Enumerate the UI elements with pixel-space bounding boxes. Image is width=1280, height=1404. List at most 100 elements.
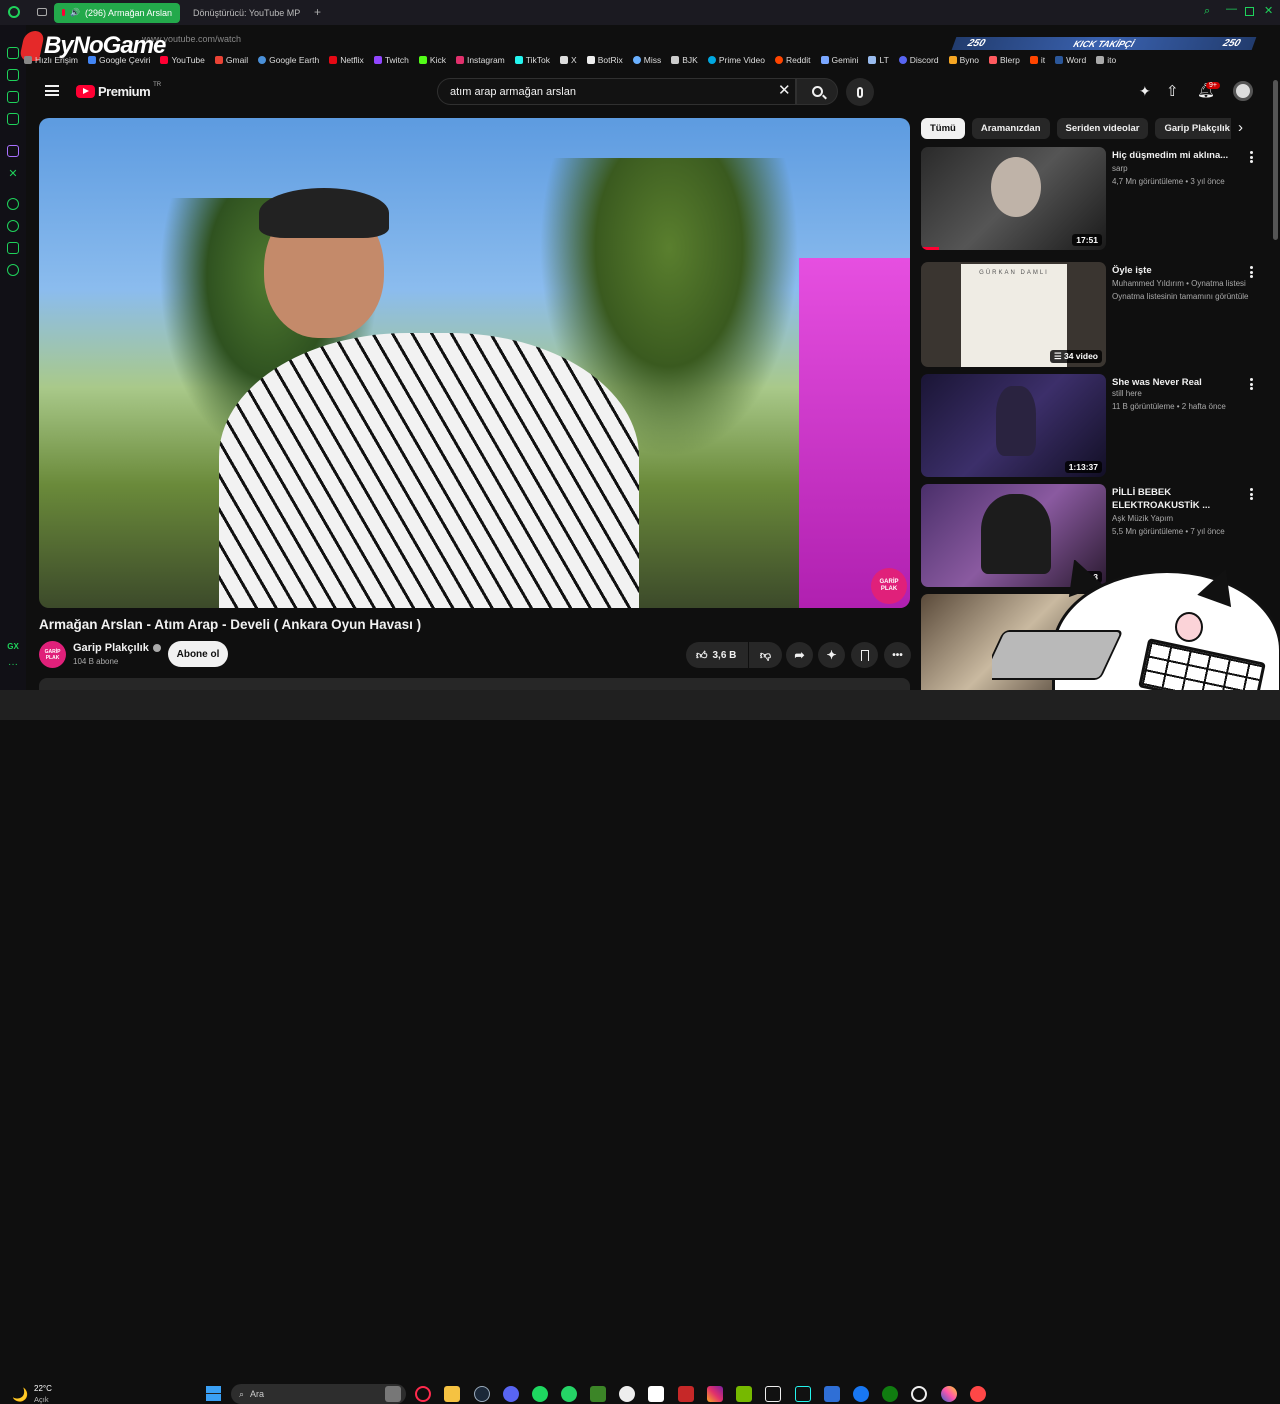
bookmark-item[interactable]: Instagram [455,55,505,65]
workspaces-icon[interactable] [37,8,47,16]
create-icon[interactable]: ✦ [1139,83,1151,100]
sidebar-extensions-icon[interactable] [7,242,19,254]
page-scrollbar[interactable] [1273,80,1278,240]
bookmark-item[interactable]: Google Çeviri [87,55,150,65]
tab-converter[interactable]: Dönüştürücü: YouTube MP [180,3,302,23]
ea-icon[interactable] [970,1386,986,1402]
channel-name[interactable]: Garip Plakçılık [73,642,161,654]
sidebar-gx-corner-icon[interactable] [7,91,19,103]
sidebar-player-icon[interactable] [7,198,19,210]
voice-search-button[interactable] [846,78,874,106]
steam-icon[interactable] [474,1386,490,1402]
spotify-icon[interactable] [532,1386,548,1402]
sidebar-twitch-icon[interactable] [7,145,19,157]
windows-start-icon[interactable] [206,1386,221,1401]
sidebar-x-icon[interactable]: ✕ [8,167,17,180]
bookmark-item[interactable]: Twitch [373,55,409,65]
hamburger-menu-icon[interactable] [45,85,59,96]
chatgpt-icon[interactable] [911,1386,927,1402]
chip-from-search[interactable]: Aramanızdan [971,118,1050,139]
sidebar-settings-icon[interactable] [7,264,19,276]
search-button[interactable] [796,78,838,105]
dislike-button[interactable]: 👎︎ [749,642,782,668]
app-f-icon[interactable] [853,1386,869,1402]
github-icon[interactable] [619,1386,635,1402]
app-red-icon[interactable] [678,1386,694,1402]
xbox-icon[interactable] [882,1386,898,1402]
avatar[interactable] [1233,81,1253,101]
more-vertical-icon[interactable] [1249,488,1253,500]
bookmark-item[interactable]: Reddit [774,55,811,65]
bookmark-item[interactable]: Gmail [214,55,248,65]
opera-gx-icon[interactable] [415,1386,431,1402]
bookmark-item[interactable]: TikTok [514,55,550,65]
ask-button[interactable]: ✦ [818,642,845,668]
sidebar-more-icon[interactable]: ··· [8,659,18,670]
chevron-right-icon[interactable]: › [1238,119,1243,136]
youtube-logo[interactable]: Premium TR [76,82,161,100]
sidebar-clock-icon[interactable] [7,220,19,232]
bookmark-item[interactable]: Kick [418,55,446,65]
upload-icon[interactable]: ⇧ [1166,82,1179,100]
task-view-icon[interactable] [385,1386,401,1402]
like-button[interactable]: 👍︎ 3,6 B [686,642,748,668]
bookmark-item[interactable]: Gemini [820,55,858,65]
bookmark-item[interactable]: X [560,55,577,65]
video-thumbnail[interactable]: 1:13:37 [921,374,1106,477]
close-window-icon[interactable]: ✕ [1264,4,1273,17]
bookmark-item[interactable]: Google Earth [258,55,319,65]
bookmark-item[interactable]: ito [1096,55,1116,65]
save-button[interactable] [851,642,878,668]
speaker-icon[interactable]: 🔊 [70,8,80,17]
clear-search-icon[interactable]: ✕ [778,81,791,99]
bookmark-item[interactable]: Miss [632,55,661,65]
bookmark-item[interactable]: Word [1055,55,1086,65]
bookmark-item[interactable]: YouTube [160,55,205,65]
bookmark-item[interactable]: Byno [948,55,979,65]
share-button[interactable]: ➦ [786,642,813,668]
tiktok-icon[interactable] [795,1386,811,1402]
epic-games-icon[interactable] [765,1386,781,1402]
search-tabs-icon[interactable]: ⌕ [1204,5,1210,18]
more-actions-button[interactable]: ••• [884,642,911,668]
video-thumbnail[interactable]: 17:51 [921,147,1106,250]
bookmark-item[interactable]: it [1029,55,1045,65]
instagram-icon[interactable] [707,1386,723,1402]
recommendation-item[interactable]: 1:13:37 She was Never Real still here 11… [921,374,1273,478]
opera-logo-icon[interactable] [8,6,20,18]
channel-avatar[interactable]: GARİP PLAK [39,641,66,668]
maximize-icon[interactable] [1245,7,1254,16]
whatsapp-icon[interactable] [561,1386,577,1402]
more-vertical-icon[interactable] [1249,378,1253,390]
new-tab-icon[interactable]: + [314,5,321,19]
sidebar-history-icon[interactable] [7,47,19,59]
file-explorer-icon[interactable] [444,1386,460,1402]
search-input[interactable]: atım arap armağan arslan [437,78,796,105]
taskbar-search[interactable]: ⌕ Ara [231,1384,406,1404]
bookmark-item[interactable]: Blerp [988,55,1020,65]
chip-channel[interactable]: Garip Plakçılık adlı y [1155,118,1231,139]
chip-all[interactable]: Tümü [921,118,965,139]
nvidia-icon[interactable] [736,1386,752,1402]
minecraft-icon[interactable] [590,1386,606,1402]
app-blue-icon[interactable] [824,1386,840,1402]
bookmark-item[interactable]: BotRix [586,55,623,65]
bookmark-item[interactable]: Discord [898,55,939,65]
video-player[interactable]: GARİP PLAK [39,118,910,608]
bookmark-item[interactable]: BJK [671,55,698,65]
bookmark-item[interactable]: Hızlı Erişim [24,55,78,65]
recommendation-item[interactable]: GÜRKAN DAMLI ☰ 34 video Öyle işte Muhamm… [921,260,1273,368]
copilot-icon[interactable] [941,1386,957,1402]
bookmark-item[interactable]: Netflix [329,55,364,65]
bookmark-item[interactable]: Prime Video [707,55,765,65]
more-vertical-icon[interactable] [1249,266,1253,278]
weather-icon[interactable]: 🌙 [12,1387,28,1403]
subscribe-button[interactable]: Abone ol [168,641,228,667]
minimize-icon[interactable]: — [1226,3,1237,15]
sidebar-aria-icon[interactable] [7,69,19,81]
playlist-thumbnail[interactable]: GÜRKAN DAMLI ☰ 34 video [921,262,1106,367]
chip-series[interactable]: Seriden videolar [1056,118,1149,139]
discord-icon[interactable] [503,1386,519,1402]
recommendation-item[interactable]: 17:51 Hiç düşmedim mi aklına... sarp 4,7… [921,147,1273,252]
tab-youtube[interactable]: 🔊 (296) Armağan Arslan [54,2,180,23]
